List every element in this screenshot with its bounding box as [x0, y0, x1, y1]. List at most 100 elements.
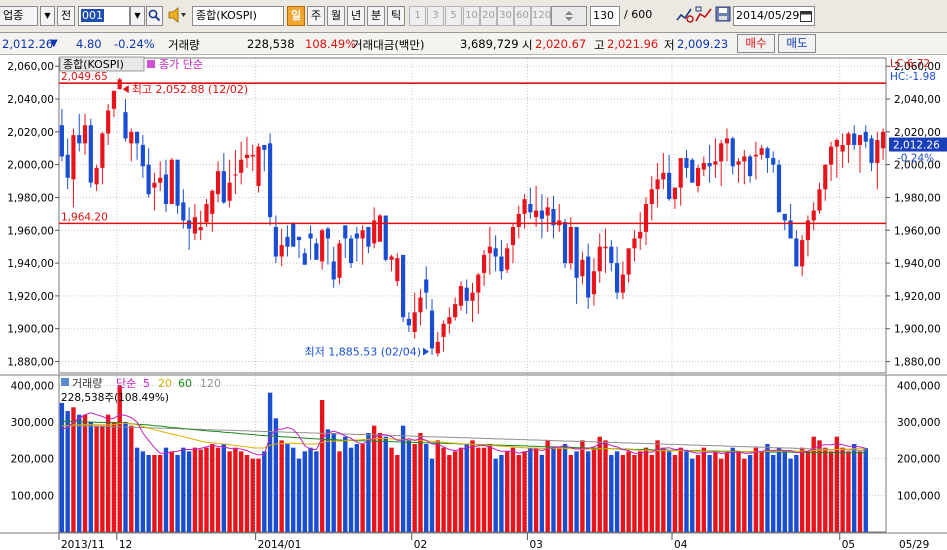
volume-bar — [666, 451, 672, 532]
candle-body — [140, 144, 145, 167]
minute-preset-3[interactable]: 3 — [427, 6, 444, 26]
volume-bar — [470, 440, 475, 532]
candle-body — [348, 238, 354, 264]
calendar-icon[interactable] — [800, 10, 812, 22]
volume-bar — [730, 447, 735, 532]
volume-bar — [308, 447, 313, 532]
speaker-icon[interactable] — [165, 6, 190, 26]
period-tab-0[interactable]: 일 — [287, 6, 305, 26]
volume-bar — [117, 385, 122, 532]
volume-bar — [204, 447, 209, 532]
volume-bar — [493, 458, 498, 532]
minute-preset-60[interactable]: 60 — [514, 6, 531, 26]
price-ma-swatch — [147, 60, 155, 68]
price-volume-chart[interactable]: 2,060,00 2,060,002,040,00 2,040,002,020,00… — [0, 55, 947, 550]
volume-bar — [672, 455, 678, 532]
volume-bar — [487, 444, 493, 532]
volume-bar — [169, 451, 174, 532]
volume-bar — [464, 444, 469, 532]
period-button[interactable]: 전 — [57, 6, 75, 26]
volume-bar — [476, 447, 481, 532]
lc-label: LC:6.72 — [890, 58, 930, 70]
candle-body — [129, 131, 134, 144]
volume-bar — [285, 444, 290, 532]
search-icon[interactable] — [146, 6, 163, 26]
period-tab-3[interactable]: 년 — [347, 6, 365, 26]
candle-body — [389, 256, 394, 260]
sell-button[interactable]: 매도 — [778, 34, 816, 53]
candle-body — [314, 243, 319, 260]
market-select[interactable]: 업종 — [0, 6, 38, 26]
candle-body — [516, 213, 521, 227]
candle-body — [678, 158, 683, 188]
time-tick-label: 12 — [119, 539, 132, 550]
minute-preset-20[interactable]: 20 — [480, 6, 497, 26]
bar-count-value: 130 — [593, 9, 614, 22]
volume-bar — [215, 447, 221, 532]
volume-bar — [198, 449, 203, 532]
bar-count-input[interactable]: 130 — [590, 6, 620, 26]
minute-preset-30[interactable]: 30 — [497, 6, 514, 26]
period-tab-5[interactable]: 틱 — [387, 6, 405, 26]
period-tab-2[interactable]: 월 — [327, 6, 345, 26]
save-icon[interactable] — [714, 6, 731, 26]
volume-bar — [834, 436, 840, 532]
volume-bar — [383, 436, 388, 532]
candle-body — [505, 248, 510, 270]
candle-body — [59, 125, 64, 157]
candle-body — [875, 140, 880, 163]
candle-body — [470, 292, 475, 301]
candle-body — [325, 228, 331, 239]
candle-body — [134, 131, 140, 144]
hc-label: HC:-1.98 — [890, 71, 936, 83]
volume-bar — [337, 451, 342, 532]
candle-body — [771, 158, 776, 165]
minute-preset-120[interactable]: 120 — [531, 6, 551, 26]
volume-bar — [65, 411, 70, 532]
period-tab-1[interactable]: 주 — [307, 6, 325, 26]
volume-bar — [626, 451, 631, 532]
current-price: 2,012.26 — [2, 37, 54, 51]
candle-body — [152, 182, 157, 188]
volume-bar — [568, 455, 574, 532]
minute-preset-5[interactable]: 5 — [445, 6, 462, 26]
upper-level-label: 2,049.65 — [61, 71, 108, 83]
market-dropdown-arrow-icon[interactable]: ▼ — [40, 6, 55, 26]
candle-body — [695, 167, 701, 186]
candle-body — [158, 177, 163, 183]
candle-body — [776, 164, 782, 213]
candle-body — [661, 172, 666, 180]
interval-spinner[interactable] — [551, 6, 587, 26]
candle-body — [320, 230, 325, 262]
volume-bar — [325, 429, 331, 532]
volume-bar — [828, 451, 834, 532]
minute-preset-10[interactable]: 10 — [463, 6, 480, 26]
volume-legend-period-60: 60 — [178, 377, 192, 390]
candle-body — [447, 317, 452, 324]
candle-body — [476, 274, 481, 293]
candle-body — [395, 258, 400, 282]
price-tick-label-right: 1,960,00 — [894, 225, 941, 237]
candle-body — [221, 171, 226, 203]
candle-body — [753, 154, 758, 157]
price-tick-label-left: 2,060,00 — [7, 61, 54, 73]
volume-bar — [528, 447, 533, 532]
candle-body — [539, 210, 544, 219]
volume-bar — [163, 447, 169, 532]
code-dropdown-arrow-icon[interactable]: ▼ — [130, 6, 145, 26]
candle-body — [296, 236, 302, 241]
volume-bar — [799, 447, 805, 532]
volume-bar — [273, 418, 279, 532]
period-tab-4[interactable]: 분 — [367, 6, 385, 26]
buy-button[interactable]: 매수 — [737, 34, 775, 53]
price-tick-label-right: 1,900,00 — [894, 324, 941, 336]
minute-preset-1[interactable]: 1 — [409, 6, 426, 26]
volume-legend-period-5: 5 — [143, 377, 150, 390]
code-input[interactable]: 001 — [78, 6, 130, 26]
date-input[interactable]: 2014/05/29 — [733, 6, 815, 26]
chart-tool-icon[interactable] — [695, 6, 713, 26]
chart-zoom-icon[interactable] — [676, 6, 694, 26]
candle-body — [881, 131, 886, 149]
volume-bar — [516, 455, 521, 532]
volume-bar — [395, 455, 400, 532]
